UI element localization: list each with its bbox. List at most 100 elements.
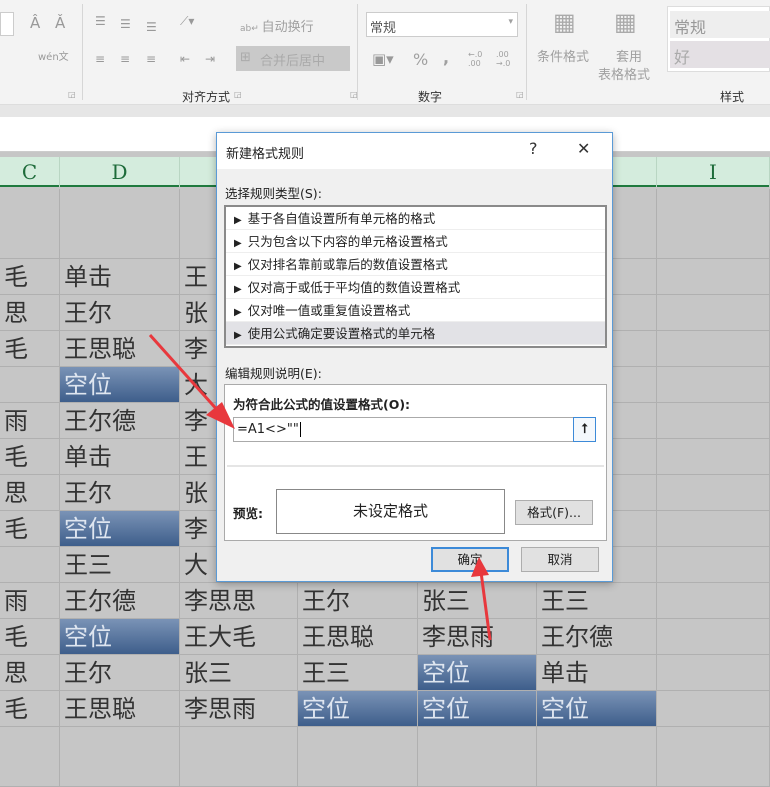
decrease-indent-icon[interactable]: ⇤: [180, 52, 190, 66]
cell[interactable]: [657, 259, 770, 295]
cancel-button[interactable]: 取消: [521, 547, 599, 572]
currency-icon[interactable]: ▣▾: [372, 50, 394, 68]
cell[interactable]: [657, 189, 770, 259]
cell[interactable]: 王尔: [60, 295, 180, 331]
align-right-icon[interactable]: ≡: [146, 52, 156, 66]
align-center-icon[interactable]: ≡: [120, 52, 130, 66]
cell[interactable]: 毛: [0, 691, 60, 727]
format-button[interactable]: 格式(F)...: [515, 500, 593, 525]
cell[interactable]: [657, 547, 770, 583]
cell[interactable]: [657, 439, 770, 475]
cell[interactable]: 王尔: [60, 475, 180, 511]
cell[interactable]: 王尔德: [60, 583, 180, 619]
cell[interactable]: 思: [0, 655, 60, 691]
style-normal[interactable]: 常规: [670, 11, 770, 38]
cell[interactable]: 单击: [537, 655, 657, 691]
cell[interactable]: [657, 367, 770, 403]
merge-center-button[interactable]: ⊞ 合并后居中: [236, 46, 350, 71]
cell[interactable]: [657, 727, 770, 787]
cell[interactable]: 李思思: [180, 583, 298, 619]
cell[interactable]: 王思聪: [60, 691, 180, 727]
align-middle-icon[interactable]: ☰: [120, 17, 131, 31]
cell[interactable]: 毛: [0, 619, 60, 655]
cell[interactable]: 雨: [0, 403, 60, 439]
cell[interactable]: 王三: [60, 547, 180, 583]
cell[interactable]: [418, 727, 537, 787]
cell[interactable]: [0, 189, 60, 259]
cell[interactable]: [657, 583, 770, 619]
column-header[interactable]: D: [60, 157, 180, 187]
comma-button[interactable]: ,: [443, 48, 449, 67]
percent-button[interactable]: %: [413, 50, 428, 69]
align-top-icon[interactable]: ☰: [95, 14, 106, 28]
cell[interactable]: 单击: [60, 439, 180, 475]
dialog-launcher-icon[interactable]: ◲: [516, 90, 524, 99]
cell[interactable]: 毛: [0, 439, 60, 475]
rule-type-item[interactable]: ▶ 基于各自值设置所有单元格的格式: [226, 207, 605, 230]
cell[interactable]: [0, 727, 60, 787]
cell[interactable]: [657, 691, 770, 727]
increase-decimal-button[interactable]: ←.0 .00: [468, 50, 486, 68]
cell[interactable]: 空位: [60, 367, 180, 403]
column-header[interactable]: I: [657, 157, 770, 187]
increase-indent-icon[interactable]: ⇥: [205, 52, 215, 66]
cell[interactable]: 王尔德: [537, 619, 657, 655]
cell[interactable]: 思: [0, 475, 60, 511]
cell[interactable]: 毛: [0, 331, 60, 367]
rule-type-item[interactable]: ▶ 仅对排名靠前或靠后的数值设置格式: [226, 253, 605, 276]
cell[interactable]: 李思雨: [418, 619, 537, 655]
increase-font-icon[interactable]: Â: [30, 14, 40, 32]
cell[interactable]: 雨: [0, 583, 60, 619]
formula-input[interactable]: =A1<>"" ⭡: [233, 417, 596, 442]
cell[interactable]: 空位: [537, 691, 657, 727]
cell[interactable]: 王思聪: [298, 619, 418, 655]
collapse-dialog-button[interactable]: ⭡: [573, 417, 596, 442]
cell[interactable]: [537, 727, 657, 787]
ok-button[interactable]: 确定: [431, 547, 509, 572]
cell[interactable]: [657, 475, 770, 511]
cell[interactable]: 毛: [0, 511, 60, 547]
cell[interactable]: 王思聪: [60, 331, 180, 367]
help-icon[interactable]: ?: [529, 139, 538, 158]
cell[interactable]: 空位: [418, 655, 537, 691]
wrap-text-button[interactable]: ab↵ 自动换行: [240, 16, 314, 35]
cell[interactable]: [298, 727, 418, 787]
dialog-launcher-icon[interactable]: ◲: [68, 90, 76, 99]
cell[interactable]: 思: [0, 295, 60, 331]
style-good[interactable]: 好: [670, 41, 770, 68]
cell[interactable]: 王尔: [298, 583, 418, 619]
cell[interactable]: 李思雨: [180, 691, 298, 727]
dialog-launcher-icon[interactable]: ◲: [234, 90, 242, 99]
cell[interactable]: 毛: [0, 259, 60, 295]
rule-type-item[interactable]: ▶ 使用公式确定要设置格式的单元格: [226, 322, 605, 345]
cell[interactable]: 张三: [418, 583, 537, 619]
rule-type-item[interactable]: ▶ 仅对唯一值或重复值设置格式: [226, 299, 605, 322]
conditional-format-button[interactable]: ▦ 条件格式: [535, 8, 595, 98]
cell[interactable]: [657, 331, 770, 367]
cell[interactable]: 空位: [298, 691, 418, 727]
cell[interactable]: [0, 367, 60, 403]
cell[interactable]: [657, 403, 770, 439]
rule-type-list[interactable]: ▶ 基于各自值设置所有单元格的格式 ▶ 只为包含以下内容的单元格设置格式 ▶ 仅对排名靠前…: [224, 205, 607, 348]
dialog-launcher-icon[interactable]: ◲: [350, 90, 358, 99]
cell[interactable]: [60, 727, 180, 787]
number-format-select[interactable]: 常规 ▾: [366, 12, 518, 37]
cell[interactable]: [657, 619, 770, 655]
cell[interactable]: 张三: [180, 655, 298, 691]
cell[interactable]: [0, 547, 60, 583]
cell[interactable]: 空位: [418, 691, 537, 727]
font-size-dropdown[interactable]: [0, 12, 14, 36]
cell[interactable]: 王三: [537, 583, 657, 619]
cell[interactable]: 王大毛: [180, 619, 298, 655]
align-bottom-icon[interactable]: ☰: [146, 20, 157, 34]
cell[interactable]: 王尔: [60, 655, 180, 691]
cell[interactable]: 空位: [60, 619, 180, 655]
cell[interactable]: [60, 189, 180, 259]
rule-type-item[interactable]: ▶ 只为包含以下内容的单元格设置格式: [226, 230, 605, 253]
decrease-font-icon[interactable]: Ǎ: [55, 14, 65, 32]
table-format-button[interactable]: ▦ 套用 表格格式: [598, 8, 664, 98]
orientation-icon[interactable]: ⟋▾: [180, 14, 194, 29]
align-left-icon[interactable]: ≡: [95, 52, 105, 66]
cell[interactable]: [657, 295, 770, 331]
cell[interactable]: 空位: [60, 511, 180, 547]
